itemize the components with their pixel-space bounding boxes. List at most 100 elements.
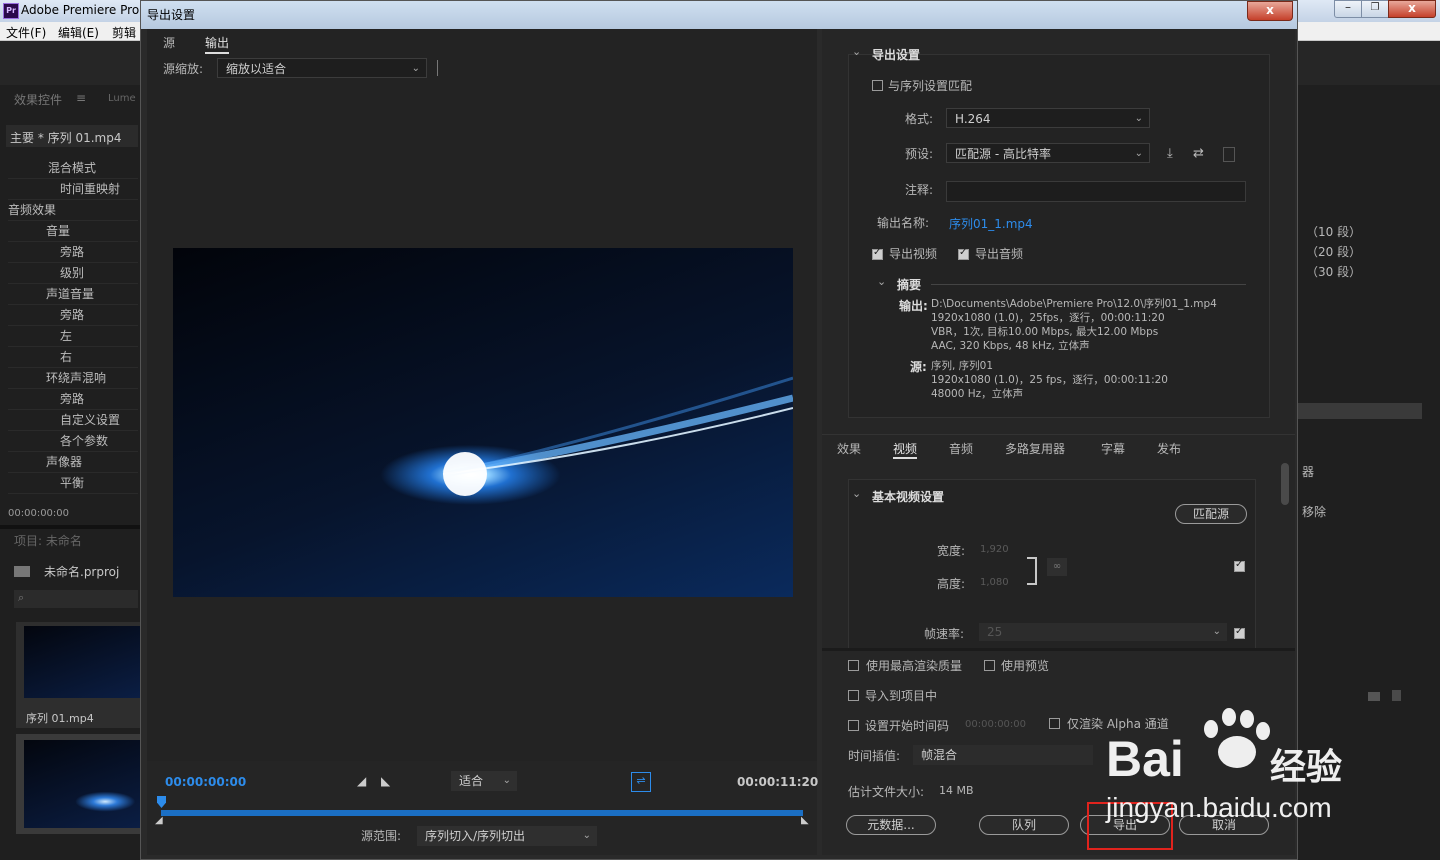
tab-captions[interactable]: 字幕 [1101,440,1125,457]
watermark-brand: Bai [1106,731,1184,787]
comment-label: 注释: [905,183,934,197]
menu-edit[interactable]: 编辑(E) [58,24,99,41]
tab-publish[interactable]: 发布 [1157,440,1181,457]
tab-effects[interactable]: 效果 [837,440,861,457]
effect-row[interactable]: 各个参数 [8,431,138,452]
clip-title: 主要 * 序列 01.mp4 [10,131,122,145]
tab-source[interactable]: 源 [163,34,175,51]
tab-multiplexer[interactable]: 多路复用器 [1005,440,1065,457]
effect-row[interactable]: 音频效果 [8,200,138,221]
effect-row[interactable]: 旁路 [8,389,138,410]
set-start-timecode-checkbox[interactable] [848,720,859,731]
use-previews-checkbox[interactable] [984,660,995,671]
chevron-down-icon[interactable]: ⌄ [877,275,886,288]
metadata-button[interactable]: 元数据... [846,815,936,835]
tab-audio[interactable]: 音频 [949,440,973,457]
effect-row[interactable]: 混合模式 [8,158,138,179]
preset-dropdown[interactable]: 匹配源 - 高比特率 ⌄ [946,143,1150,163]
match-size-checkbox[interactable] [1234,559,1245,572]
menu-clip[interactable]: 剪辑 [112,24,136,41]
import-preset-icon[interactable]: ⇄ [1193,146,1204,161]
output-name-link[interactable]: 序列01_1.mp4 [949,215,1033,232]
start-timecode-value[interactable]: 00:00:00:00 [965,719,1026,730]
set-out-point-icon[interactable]: ◣ [381,774,390,788]
clip-selector[interactable]: 主要 * 序列 01.mp4 [6,125,138,147]
fit-value: 适合 [459,774,484,788]
window-close-button[interactable]: x [1388,0,1436,18]
effect-row-label: 自定义设置 [60,413,121,427]
sequence-thumbnail[interactable]: 序列 01.mp4 [16,622,140,728]
height-value[interactable]: 1,080 [980,577,1009,588]
effect-row[interactable]: 音量 [8,221,138,242]
chevron-down-icon[interactable]: ⌄ [852,487,861,500]
effect-row[interactable]: 左 [8,326,138,347]
match-sequence-label: 与序列设置匹配 [888,79,973,93]
right-item-remove[interactable]: 移除 [1302,503,1326,520]
export-video-checkbox[interactable] [872,247,883,260]
tab-output[interactable]: 输出 [205,34,230,54]
project-search-input[interactable]: ⌕ [14,590,138,608]
effect-row[interactable]: 右 [8,347,138,368]
effect-row-label: 音频效果 [8,203,57,217]
format-label: 格式: [905,112,934,126]
time-interpolation-value: 帧混合 [921,748,958,762]
effect-row[interactable]: 时间重映射 [8,179,138,200]
effect-row[interactable]: 级别 [8,263,138,284]
menu-file[interactable]: 文件(F) [6,24,46,41]
effect-row[interactable]: 自定义设置 [8,410,138,431]
import-into-project-checkbox[interactable] [848,690,859,701]
match-framerate-checkbox[interactable] [1234,626,1245,639]
in-marker-icon[interactable]: ◢ [155,815,163,826]
match-source-button[interactable]: 匹配源 [1175,504,1247,524]
width-value[interactable]: 1,920 [980,544,1009,555]
link-icon[interactable]: ∞ [1047,558,1067,576]
framerate-label: 帧速率: [924,627,965,641]
framerate-dropdown[interactable]: 25 ⌄ [979,623,1227,641]
set-in-point-icon[interactable]: ◢ [357,774,366,788]
export-preview-image [173,248,793,597]
source-range-dropdown[interactable]: 序列切入/序列切出 ⌄ [417,826,597,846]
fit-dropdown[interactable]: 适合 ⌄ [451,771,517,791]
match-sequence-checkbox[interactable] [872,80,883,91]
export-audio-label: 导出音频 [975,247,1024,261]
timeline-bar[interactable] [161,810,803,816]
tab-lumetri[interactable]: Lume [108,93,136,104]
format-dropdown[interactable]: H.264 ⌄ [946,108,1150,128]
save-preset-icon[interactable]: ⤓ [1167,146,1173,161]
window-minimize-button[interactable]: – [1334,0,1362,18]
effect-row-label: 旁路 [60,392,85,406]
tab-effect-controls[interactable]: 效果控件 [14,91,62,108]
chevron-down-icon: ⌄ [1134,148,1143,159]
crop-icon[interactable]: ⇌ [631,772,651,792]
effect-row[interactable]: 平衡 [8,473,138,494]
dialog-titlebar: 导出设置 x [141,1,1297,29]
queue-button[interactable]: 队列 [979,815,1069,835]
clip-thumbnail[interactable] [16,734,140,834]
effect-row-label: 声像器 [46,455,83,469]
effect-row[interactable]: 旁路 [8,242,138,263]
source-scale-value: 缩放以适合 [226,62,287,76]
tab-video[interactable]: 视频 [893,440,918,459]
source-scale-dropdown[interactable]: 缩放以适合 ⌄ [217,58,427,78]
out-marker-icon[interactable]: ◣ [801,815,809,826]
effect-row[interactable]: 旁路 [8,305,138,326]
summary-source-audio: 48000 Hz，立体声 [931,388,1024,400]
effect-row[interactable]: 声道音量 [8,284,138,305]
comment-input[interactable] [946,181,1246,202]
effect-row-label: 环绕声混响 [46,371,107,385]
delete-preset-icon[interactable] [1223,147,1235,162]
time-interpolation-dropdown[interactable]: 帧混合 [913,745,1093,765]
render-alpha-only-checkbox[interactable] [1049,718,1060,729]
export-audio-checkbox[interactable] [958,247,969,260]
timecode-current[interactable]: 00:00:00:00 [165,775,246,789]
settings-scrollbar[interactable] [1281,463,1289,505]
chevron-down-icon[interactable]: ⌄ [852,45,861,58]
max-render-quality-checkbox[interactable] [848,660,859,671]
playhead-icon[interactable] [157,796,166,808]
effect-row[interactable]: 声像器 [8,452,138,473]
width-label: 宽度: [937,544,966,558]
window-restore-button[interactable]: ❐ [1361,0,1389,18]
dialog-close-button[interactable]: x [1247,1,1293,21]
effect-row[interactable]: 环绕声混响 [8,368,138,389]
menu-icon[interactable]: ≡ [76,91,86,105]
